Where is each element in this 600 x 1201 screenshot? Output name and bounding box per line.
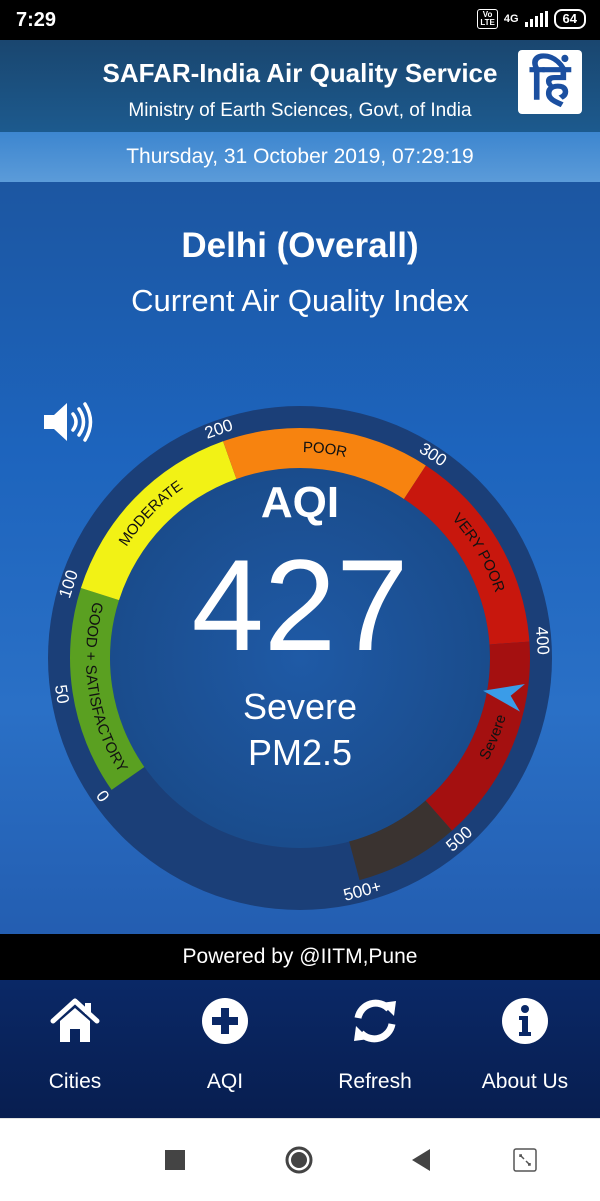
date-time: Thursday, 31 October 2019, 07:29:19 xyxy=(0,132,600,182)
volte-icon: Vo LTE xyxy=(477,9,498,29)
nav-refresh[interactable]: Refresh xyxy=(300,980,450,1118)
powered-by: Powered by @IITM,Pune xyxy=(0,934,600,980)
city-title: Delhi (Overall) xyxy=(181,226,419,265)
app-header: SAFAR-India Air Quality Service Ministry… xyxy=(0,40,600,132)
bottom-nav: Cities AQI Refresh About Us xyxy=(0,980,600,1118)
nav-aqi-label: AQI xyxy=(206,1070,244,1093)
app-screen: SAFAR-India Air Quality Service Ministry… xyxy=(0,40,600,1118)
nav-aqi[interactable]: AQI xyxy=(150,980,300,1118)
nav-about-us-label: About Us xyxy=(481,1070,569,1093)
aqi-category: Severe xyxy=(242,686,358,727)
app-title: SAFAR-India Air Quality Service xyxy=(102,58,498,88)
speaker-volume-icon[interactable] xyxy=(40,398,96,446)
app-subtitle: Ministry of Earth Sciences, Govt, of Ind… xyxy=(128,100,472,121)
home-button[interactable] xyxy=(284,1145,314,1175)
aqi-value: 427 xyxy=(191,532,409,678)
back-button[interactable] xyxy=(406,1145,436,1175)
recent-apps-button[interactable] xyxy=(160,1145,190,1175)
nav-cities[interactable]: Cities xyxy=(0,980,150,1118)
status-icons: Vo LTE 4G 64 xyxy=(477,9,586,29)
refresh-icon xyxy=(354,999,396,1043)
aqi-subtitle: Current Air Quality Index xyxy=(131,283,469,318)
system-nav-bar xyxy=(0,1118,600,1201)
network-type: 4G xyxy=(503,13,519,25)
signal-icon xyxy=(524,11,548,27)
nav-about-us[interactable]: About Us xyxy=(450,980,600,1118)
screen-rotate-button[interactable] xyxy=(510,1145,540,1175)
hindi-language-button[interactable]: हिं xyxy=(518,50,582,114)
aqi-gauge: GOOD + SATISFACTORY MODERATE POOR VERY POOR… xyxy=(40,398,560,918)
nav-cities-label: Cities xyxy=(48,1070,102,1093)
status-bar: 7:29 Vo LTE 4G 64 xyxy=(0,0,600,40)
aqi-pollutant: PM2.5 xyxy=(247,732,353,773)
plus-circle-icon xyxy=(202,998,248,1044)
home-icon xyxy=(50,998,100,1042)
nav-refresh-label: Refresh xyxy=(338,1070,412,1093)
status-time: 7:29 xyxy=(16,9,57,31)
battery-icon: 64 xyxy=(553,9,586,29)
aqi-label: AQI xyxy=(260,478,340,527)
info-circle-icon xyxy=(502,998,548,1044)
